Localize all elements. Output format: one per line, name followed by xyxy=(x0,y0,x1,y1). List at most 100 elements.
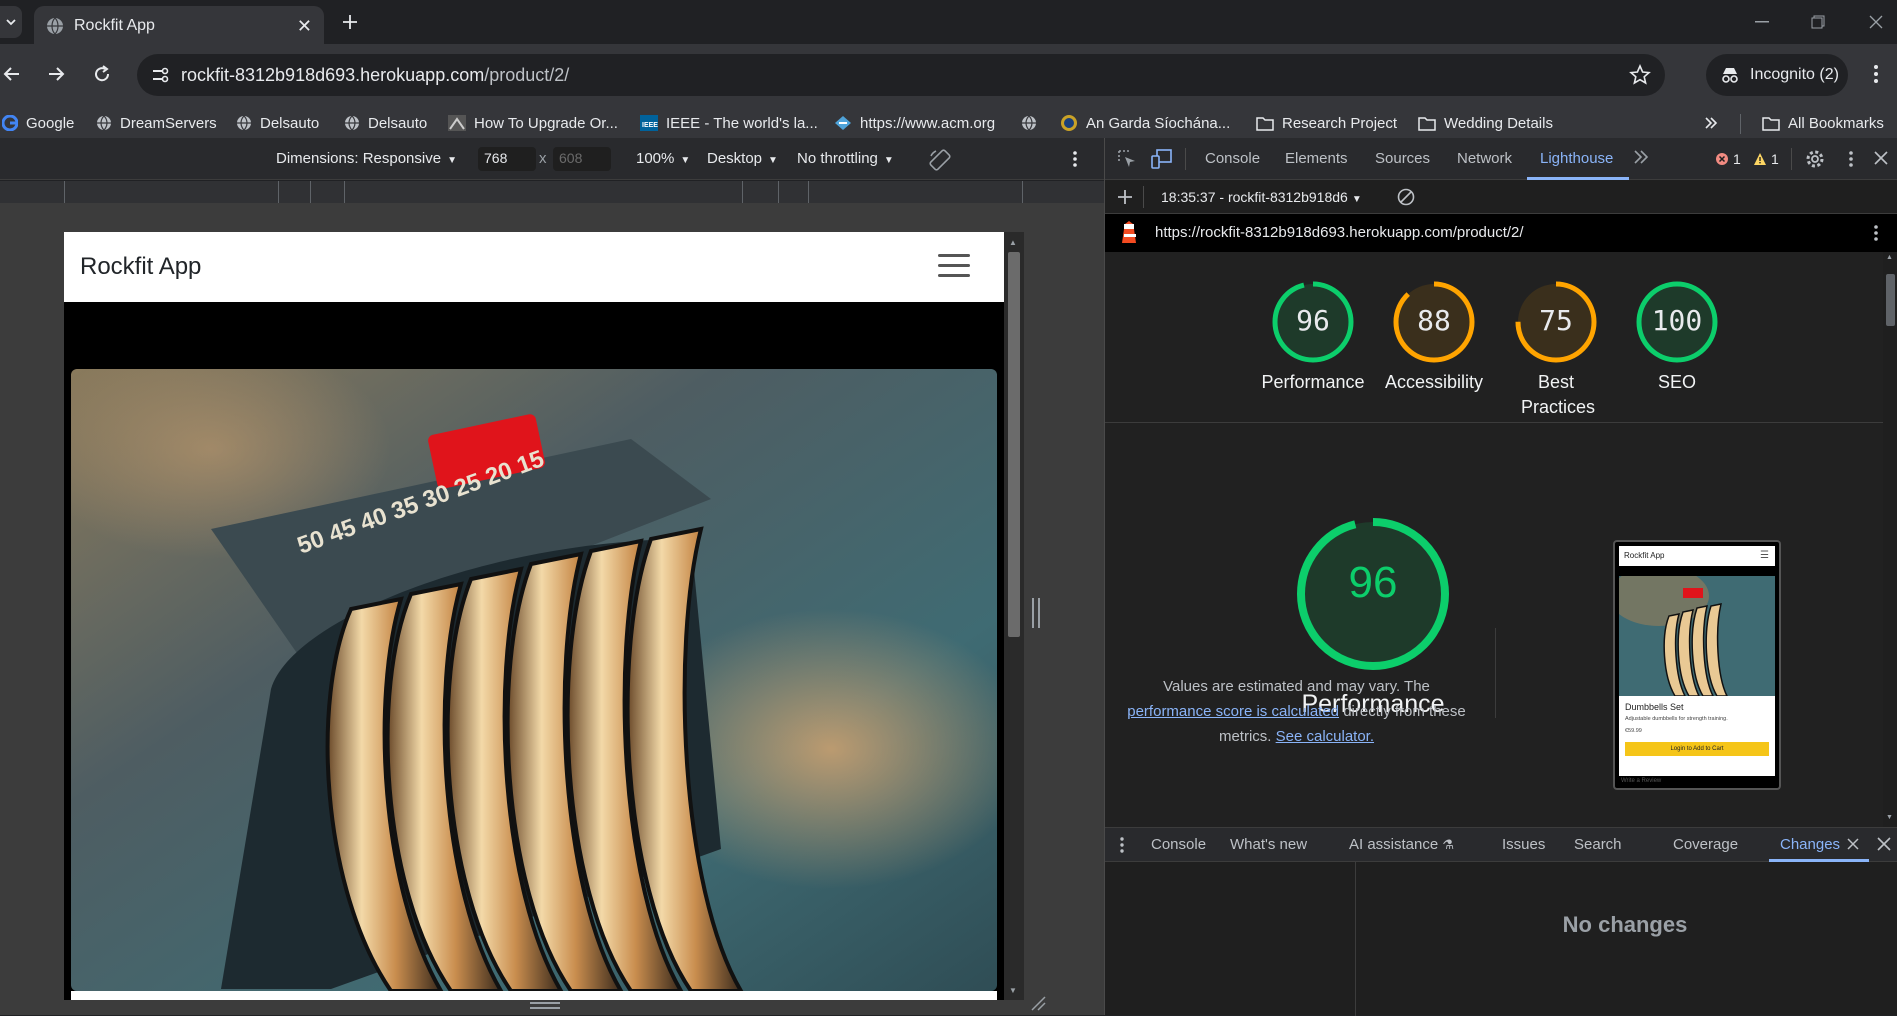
tab-network[interactable]: Network xyxy=(1457,150,1512,167)
tab-search-button[interactable] xyxy=(0,6,22,38)
bookmark-how-to-upgrade[interactable]: How To Upgrade Or... xyxy=(448,112,618,134)
settings-gear-icon[interactable] xyxy=(1805,149,1825,169)
emulated-page: Rockfit App 50 45 40 35 30 25 20 15 xyxy=(64,232,1004,1000)
score-calculation-link[interactable]: performance score is calculated xyxy=(1127,703,1339,720)
bookmark-folder-research[interactable]: Research Project xyxy=(1256,112,1397,134)
final-screenshot-thumbnail[interactable]: Rockfit App ☰ Dumbbells Set Adjustable d… xyxy=(1613,540,1781,790)
score-gauge-seo[interactable]: 100 SEO xyxy=(1617,280,1737,395)
zoom-select[interactable]: 100% ▼ xyxy=(636,150,690,167)
drawer-tab-console[interactable]: Console xyxy=(1151,836,1206,853)
device-toolbar-more-icon[interactable] xyxy=(1072,150,1078,168)
arrow-right-icon xyxy=(49,67,65,81)
bookmarks-overflow-button[interactable] xyxy=(1704,112,1718,134)
device-type-select[interactable]: Desktop ▼ xyxy=(707,150,778,167)
drawer-pane-divider xyxy=(1355,862,1356,1016)
address-bar[interactable]: rockfit-8312b918d693.herokuapp.com/produ… xyxy=(137,54,1665,96)
bookmarks-bar: Google DreamServers Delsauto Delsauto Ho… xyxy=(0,108,1897,138)
tab-sources[interactable]: Sources xyxy=(1375,150,1430,167)
drawer-tab-search[interactable]: Search xyxy=(1574,836,1622,853)
globe-icon xyxy=(236,115,252,131)
close-changes-tab-icon[interactable] xyxy=(1847,838,1859,850)
rotate-icon[interactable] xyxy=(928,148,952,172)
page-content-edge xyxy=(71,991,997,1000)
inspect-element-icon[interactable] xyxy=(1117,149,1137,169)
score-label: SEO xyxy=(1657,372,1696,392)
close-devtools-icon[interactable] xyxy=(1874,151,1888,165)
drawer-tab-whats-new[interactable]: What's new xyxy=(1230,836,1307,853)
score-label: Best Practices xyxy=(1521,372,1596,417)
score-gauge-best-practices[interactable]: 75 Best Practices xyxy=(1496,280,1616,420)
dimensions-select[interactable]: Dimensions: Responsive ▼ xyxy=(276,150,457,167)
tab-rockfit[interactable]: Rockfit App ✕ xyxy=(34,6,324,44)
minimize-button[interactable] xyxy=(1742,10,1782,34)
globe-icon xyxy=(344,115,360,131)
back-button[interactable] xyxy=(0,58,28,90)
browser-menu-button[interactable] xyxy=(1860,58,1892,90)
close-icon[interactable]: ✕ xyxy=(297,16,312,37)
site-info-icon[interactable] xyxy=(151,66,169,84)
score-gauge-performance[interactable]: 96 Performance xyxy=(1253,280,1373,395)
ieee-icon: IEEE xyxy=(640,115,658,131)
throttling-select[interactable]: No throttling ▼ xyxy=(797,150,894,167)
tab-console[interactable]: Console xyxy=(1205,150,1260,167)
resize-handle-bottom[interactable] xyxy=(528,1001,562,1011)
bookmark-delsauto-1[interactable]: Delsauto xyxy=(236,112,319,134)
close-window-button[interactable] xyxy=(1856,10,1896,34)
resize-handle-right[interactable] xyxy=(1030,596,1042,630)
report-select[interactable]: 18:35:37 - rockfit-8312b918d6 ▼ xyxy=(1161,189,1362,205)
media-query-ruler[interactable] xyxy=(0,181,1104,203)
warning-count[interactable]: 1 xyxy=(1753,151,1779,167)
close-drawer-icon[interactable] xyxy=(1877,837,1891,851)
drawer-tab-coverage[interactable]: Coverage xyxy=(1673,836,1738,853)
tab-elements[interactable]: Elements xyxy=(1285,150,1348,167)
height-input[interactable]: 608 xyxy=(553,147,611,171)
report-url[interactable]: https://rockfit-8312b918d693.herokuapp.c… xyxy=(1155,224,1524,241)
report-menu-icon[interactable] xyxy=(1873,224,1879,242)
bookmark-google[interactable]: Google xyxy=(2,112,74,134)
see-calculator-link[interactable]: See calculator. xyxy=(1276,728,1374,745)
clear-reports-icon[interactable] xyxy=(1397,188,1415,206)
incognito-label: Incognito (2) xyxy=(1750,66,1839,83)
lighthouse-report-header: https://rockfit-8312b918d693.herokuapp.c… xyxy=(1105,214,1897,252)
thumb-product-name: Dumbbells Set xyxy=(1625,702,1684,712)
report-scrollbar-thumb[interactable] xyxy=(1886,274,1895,326)
thumb-review: Write a Review xyxy=(1621,778,1662,784)
drawer-tab-ai-assistance[interactable]: AI assistance ⚗ xyxy=(1349,836,1454,853)
forward-button[interactable] xyxy=(40,58,72,90)
bookmark-folder-wedding[interactable]: Wedding Details xyxy=(1418,112,1553,134)
report-scrollbar[interactable]: ▲ ▼ xyxy=(1883,252,1897,827)
hamburger-menu-icon[interactable] xyxy=(938,252,972,280)
thumb-product-image xyxy=(1619,576,1775,696)
more-tabs-icon[interactable] xyxy=(1633,150,1649,164)
section-divider xyxy=(1105,422,1883,423)
bookmark-unnamed[interactable] xyxy=(1021,112,1037,134)
incognito-button[interactable]: Incognito (2) xyxy=(1706,54,1848,96)
bookmark-acm[interactable]: https://www.acm.org xyxy=(834,112,995,134)
scrollbar-thumb[interactable] xyxy=(1008,252,1020,637)
drawer-menu-icon[interactable] xyxy=(1119,837,1125,853)
drawer-tab-issues[interactable]: Issues xyxy=(1502,836,1545,853)
devtools-panel: Console Elements Sources Network Lightho… xyxy=(1104,138,1897,1016)
width-input[interactable]: 768 xyxy=(478,147,536,171)
reload-button[interactable] xyxy=(86,58,118,90)
lighthouse-logo-icon xyxy=(1119,221,1139,245)
devtools-menu-icon[interactable] xyxy=(1848,150,1854,168)
tab-lighthouse[interactable]: Lighthouse xyxy=(1540,150,1613,167)
star-icon[interactable] xyxy=(1629,64,1651,86)
error-count[interactable]: 1 xyxy=(1715,151,1741,167)
resize-corner-icon[interactable] xyxy=(1030,995,1046,1011)
all-bookmarks-button[interactable]: All Bookmarks xyxy=(1762,112,1884,134)
restore-button[interactable] xyxy=(1798,10,1838,34)
device-toolbar-toggle-icon[interactable] xyxy=(1151,149,1173,169)
new-tab-button[interactable] xyxy=(336,8,364,36)
new-report-icon[interactable] xyxy=(1117,189,1133,205)
score-gauge-accessibility[interactable]: 88 Accessibility xyxy=(1374,280,1494,395)
bookmark-ieee[interactable]: IEEE IEEE - The world's la... xyxy=(640,112,818,134)
site-brand[interactable]: Rockfit App xyxy=(80,253,201,281)
bookmark-garda[interactable]: An Garda Síochána... xyxy=(1060,112,1230,134)
bookmark-dreamservers[interactable]: DreamServers xyxy=(96,112,217,134)
drawer-tab-changes[interactable]: Changes xyxy=(1780,836,1840,853)
viewport-scrollbar[interactable]: ▲ ▼ xyxy=(1004,232,1024,1000)
bookmark-delsauto-2[interactable]: Delsauto xyxy=(344,112,427,134)
reload-icon xyxy=(95,65,110,82)
